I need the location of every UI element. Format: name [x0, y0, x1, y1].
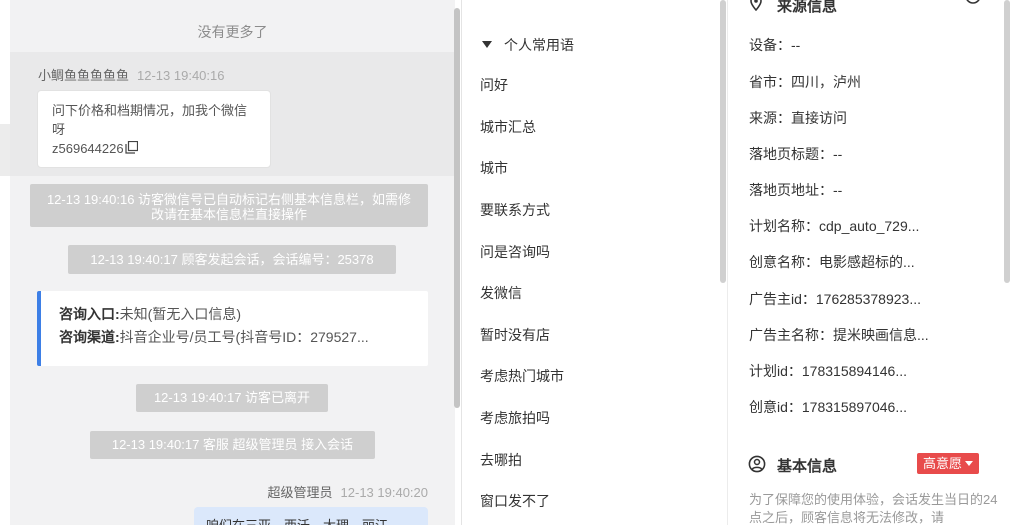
intent-level-dropdown[interactable]: 高意愿: [917, 453, 980, 474]
location-pin-icon: [750, 0, 762, 11]
phrase-item[interactable]: 要联系方式: [480, 200, 550, 220]
chat-scrollbar[interactable]: [454, 8, 460, 408]
visitor-message-header: 小鲷鱼鱼鱼鱼鱼 12-13 19:40:16: [38, 65, 224, 84]
visitor-nickname: 小鲷鱼鱼鱼鱼鱼: [38, 68, 130, 83]
wechat-id: z569644226: [52, 141, 124, 156]
system-message-agent-joined: 12-13 19:40:17 客服 超级管理员 接入会话: [90, 431, 375, 459]
phrase-item[interactable]: 窗口发不了: [480, 491, 550, 511]
consult-entry-card: 咨询入口:未知(暂无入口信息) 咨询渠道:抖音企业号/员工号(抖音号ID：279…: [37, 291, 428, 366]
visitor-message-text: 问下价格和档期情况，加我个微信呀: [52, 103, 248, 137]
system-message-visitor-left: 12-13 19:40:17 访客已离开: [136, 384, 328, 412]
wechat-id-row: z569644226: [52, 139, 257, 158]
advertiser-id: 广告主id：176285378923...: [749, 291, 921, 307]
phrase-item[interactable]: 城市: [480, 158, 508, 178]
phrases-scrollbar[interactable]: [720, 0, 726, 283]
caret-down-icon: [482, 41, 492, 48]
phrase-item[interactable]: 考虑热门城市: [480, 366, 564, 386]
quick-phrases-panel: 个人常用语 问好 城市汇总 城市 要联系方式 问是咨询吗 发微信 暂时没有店 考…: [462, 0, 720, 525]
chat-panel: 没有更多了 小鲷鱼鱼鱼鱼鱼 12-13 19:40:16 问下价格和档期情况，加我…: [10, 0, 455, 525]
consult-entry-row: 咨询入口:未知(暂无入口信息): [59, 303, 428, 326]
consult-channel-row: 咨询渠道:抖音企业号/员工号(抖音号ID：279527...: [59, 326, 428, 349]
copy-icon[interactable]: [124, 141, 138, 154]
edit-icon[interactable]: [963, 0, 983, 8]
source-device: 设备：--: [749, 37, 801, 53]
left-edge-strip: [0, 124, 10, 176]
consult-channel-label: 咨询渠道:: [59, 329, 120, 345]
source-region: 省市：四川，泸州: [749, 74, 861, 90]
source-channel: 来源：直接访问: [749, 110, 847, 126]
system-message-auto-mark: 12-13 19:40:16 访客微信号已自动标记右侧基本信息栏，如需修改请在基…: [30, 184, 428, 227]
consult-entry-label: 咨询入口:: [59, 306, 120, 322]
phrase-item[interactable]: 去哪拍: [480, 450, 522, 470]
phrase-item[interactable]: 问好: [480, 75, 508, 95]
system-message-session-start: 12-13 19:40:17 顾客发起会话，会话编号：25378: [68, 245, 396, 274]
phrase-item[interactable]: 发微信: [480, 283, 522, 303]
phrase-group-title: 个人常用语: [504, 37, 574, 53]
phrase-item[interactable]: 暂时没有店: [480, 325, 550, 345]
agent-message-bubble: 咱们在三亚、西沃、大理、丽江...: [194, 507, 428, 525]
consult-entry-value: 未知(暂无入口信息): [119, 306, 241, 322]
user-icon: [748, 455, 766, 473]
visitor-message-bubble: 问下价格和档期情况，加我个微信呀 z569644226: [37, 90, 271, 168]
consult-channel-value: 抖音企业号/员工号(抖音号ID：279527...: [119, 329, 369, 345]
plan-id: 计划id：178315894146...: [749, 363, 907, 379]
agent-nickname: 超级管理员: [267, 485, 333, 500]
plan-name: 计划名称：cdp_auto_729...: [749, 218, 920, 234]
landing-page-url: 落地页地址：--: [749, 182, 843, 198]
creative-name: 创意名称：电影感超标的...: [749, 254, 915, 270]
agent-message-header: 超级管理员 12-13 19:40:20: [268, 482, 428, 501]
cut-off-top-text: [10, 0, 455, 2]
edit-notice: 为了保障您的使用体验，会话发生当日的24点之后，顾客信息将无法修改，请: [749, 492, 998, 525]
phrase-item[interactable]: 考虑旅拍吗: [480, 408, 550, 428]
source-info-title: 来源信息: [777, 0, 838, 15]
caret-down-icon: [965, 461, 974, 466]
landing-page-title: 落地页标题：--: [749, 146, 843, 162]
visitor-info-panel: 来源信息 设备：-- 省市：四川，泸州 来源：直接访问 落地页标题：-- 落地页…: [727, 0, 1013, 525]
basic-info-title: 基本信息: [777, 458, 838, 475]
agent-message-time: 12-13 19:40:20: [340, 485, 428, 500]
phrase-item[interactable]: 城市汇总: [480, 117, 536, 137]
advertiser-name: 广告主名称：提米映画信息...: [749, 327, 929, 343]
phrase-item[interactable]: 问是咨询吗: [480, 242, 550, 262]
creative-id: 创意id：178315897046...: [749, 399, 907, 415]
intent-level-label: 高意愿: [923, 456, 963, 471]
info-scrollbar[interactable]: [1004, 0, 1010, 283]
visitor-message-time: 12-13 19:40:16: [137, 68, 225, 83]
no-more-label: 没有更多了: [197, 24, 268, 40]
phrase-group-header[interactable]: 个人常用语: [482, 35, 574, 55]
